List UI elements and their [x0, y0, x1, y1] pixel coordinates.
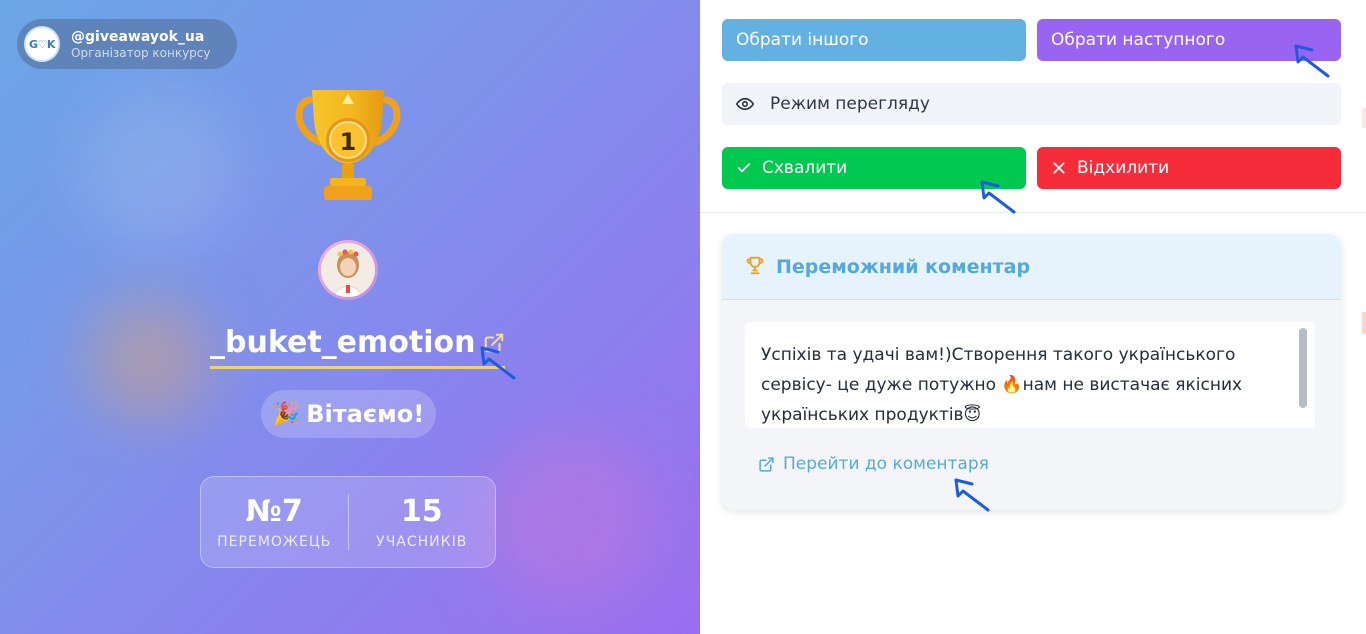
trophy-place: 1: [340, 128, 357, 156]
scrollbar[interactable]: [1299, 328, 1307, 408]
eye-icon: [736, 95, 754, 113]
party-popper-icon: 🎉: [272, 401, 301, 427]
stat-winner-value: №7: [245, 494, 303, 529]
organizer-role: Організатор конкурсу: [71, 45, 211, 60]
background-blob: [90, 300, 210, 420]
go-to-comment-link[interactable]: Перейти до коментаря: [758, 454, 989, 474]
comment-text-box[interactable]: Успіхів та удачі вам!)Створення такого у…: [745, 322, 1315, 428]
avatar-image: [321, 243, 375, 297]
reject-label: Відхилити: [1077, 158, 1170, 178]
congrats-badge: 🎉 Вітаємо!: [261, 390, 436, 438]
cursor-arrow-icon: [980, 180, 1016, 214]
trophy-icon: [744, 254, 766, 280]
choose-other-label: Обрати іншого: [736, 30, 869, 50]
winning-comment-card: Переможний коментар Успіхів та удачі вам…: [722, 234, 1341, 510]
background-blob: [80, 90, 240, 250]
background-blob: [480, 430, 660, 610]
stat-participants-value: 15: [400, 494, 443, 529]
cursor-arrow-icon: [954, 478, 990, 512]
stat-winner-label: ПЕРЕМОЖЕЦЬ: [217, 534, 332, 550]
view-mode-label: Режим перегляду: [770, 94, 930, 114]
edge-fragment: [1362, 312, 1366, 334]
winner-panel: G♡K @giveawayok_ua Організатор конкурсу …: [0, 0, 700, 634]
stat-winner-number: №7 ПЕРЕМОЖЕЦЬ: [201, 494, 348, 550]
edge-fragment: [1362, 108, 1366, 128]
cursor-arrow-icon: [1294, 44, 1330, 78]
avatar[interactable]: [318, 240, 378, 300]
comment-text: Успіхів та удачі вам!)Створення такого у…: [761, 345, 1243, 425]
card-header: Переможний коментар: [722, 234, 1341, 300]
organizer-badge[interactable]: G♡K @giveawayok_ua Організатор конкурсу: [17, 19, 237, 69]
card-title: Переможний коментар: [776, 255, 1031, 278]
external-link-icon: [758, 456, 775, 473]
stats-card: №7 ПЕРЕМОЖЕЦЬ 15 УЧАСНИКІВ: [200, 476, 496, 568]
reject-button[interactable]: Відхилити: [1037, 147, 1341, 189]
approve-label: Схвалити: [762, 158, 848, 178]
winner-username-link[interactable]: _buket_emotion: [210, 322, 506, 370]
choose-next-label: Обрати наступного: [1051, 30, 1226, 50]
go-to-comment-label: Перейти до коментаря: [783, 454, 989, 474]
cursor-arrow-icon: [480, 346, 516, 380]
stat-participants-label: УЧАСНИКІВ: [376, 534, 468, 550]
choose-other-button[interactable]: Обрати іншого: [722, 19, 1026, 61]
winner-username: _buket_emotion: [210, 325, 476, 360]
divider: [700, 212, 1366, 213]
organizer-handle: @giveawayok_ua: [71, 28, 205, 45]
stat-participants: 15 УЧАСНИКІВ: [349, 494, 496, 550]
moderation-panel: Обрати іншого Обрати наступного Режим пе…: [700, 0, 1366, 634]
close-icon: [1051, 160, 1067, 176]
organizer-logo: G♡K: [24, 26, 60, 62]
congrats-text: Вітаємо!: [306, 400, 425, 428]
view-mode-button[interactable]: Режим перегляду: [722, 83, 1341, 125]
trophy-icon: 1: [295, 90, 401, 200]
check-icon: [736, 160, 752, 176]
